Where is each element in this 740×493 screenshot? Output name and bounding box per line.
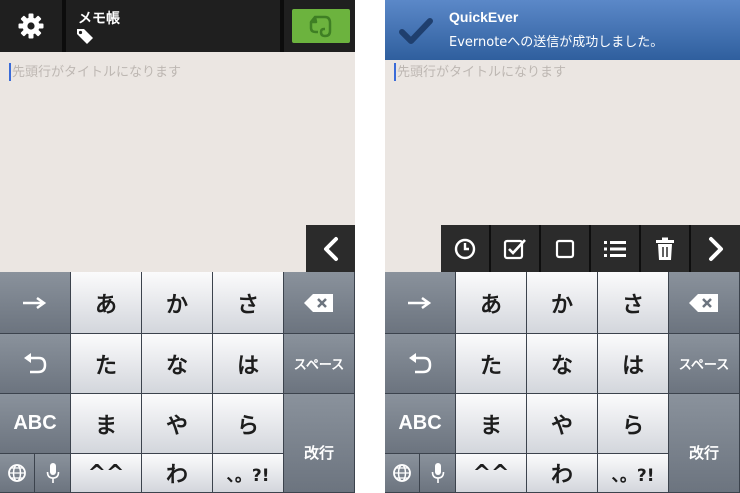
- abc-key[interactable]: ABC: [385, 394, 456, 454]
- note-editor[interactable]: 先頭行がタイトルになります: [385, 60, 740, 225]
- space-key[interactable]: スペース: [284, 334, 355, 394]
- backspace-key[interactable]: [669, 272, 740, 334]
- space-key[interactable]: スペース: [669, 334, 740, 394]
- enter-key[interactable]: 改行: [284, 394, 355, 493]
- evernote-send-button[interactable]: [292, 9, 350, 43]
- key-emoticon[interactable]: ^^: [71, 454, 142, 493]
- key-ka[interactable]: か: [142, 272, 213, 334]
- notebook-title: メモ帳: [78, 11, 120, 27]
- note-toolbar: [441, 225, 740, 272]
- key-punctuation[interactable]: 、。?!: [213, 454, 284, 493]
- microphone-key[interactable]: [35, 454, 71, 493]
- microphone-icon: [46, 463, 59, 483]
- insert-checked-box-button[interactable]: [491, 225, 541, 272]
- chevron-left-icon: [323, 236, 338, 261]
- space-key-label: スペース: [678, 358, 730, 373]
- key-ka[interactable]: か: [527, 272, 598, 334]
- key-wa[interactable]: わ: [527, 454, 598, 493]
- screen-right: QuickEver Evernoteへの送信が成功しました。 先頭行がタイトルに…: [385, 0, 740, 493]
- key-ta[interactable]: た: [456, 334, 527, 394]
- key-ha[interactable]: は: [598, 334, 669, 394]
- abc-key-label: ABC: [13, 412, 57, 434]
- globe-key[interactable]: [0, 454, 35, 493]
- key-punctuation[interactable]: 、。?!: [598, 454, 669, 493]
- key-na[interactable]: な: [527, 334, 598, 394]
- microphone-key[interactable]: [420, 454, 456, 493]
- chevron-right-icon: [708, 236, 723, 261]
- collapse-toolbar-button[interactable]: [691, 225, 740, 272]
- arrow-right-icon: [408, 296, 432, 309]
- enter-key-label: 改行: [688, 444, 719, 462]
- evernote-elephant-icon: [309, 15, 332, 38]
- key-ma[interactable]: ま: [456, 394, 527, 454]
- undo-key[interactable]: [385, 334, 456, 394]
- key-wa[interactable]: わ: [142, 454, 213, 493]
- undo-icon: [409, 352, 432, 373]
- cursor-right-key[interactable]: [385, 272, 456, 334]
- abc-key-label: ABC: [398, 412, 442, 434]
- timestamp-button[interactable]: [441, 225, 491, 272]
- editor-placeholder: 先頭行がタイトルになります: [397, 65, 567, 80]
- key-sa[interactable]: さ: [598, 272, 669, 334]
- enter-key[interactable]: 改行: [669, 394, 740, 493]
- delete-button[interactable]: [641, 225, 691, 272]
- insert-list-button[interactable]: [591, 225, 641, 272]
- globe-icon: [8, 464, 26, 482]
- backspace-icon: [689, 293, 718, 312]
- expand-toolbar-button[interactable]: [306, 225, 355, 272]
- abc-key[interactable]: ABC: [0, 394, 71, 454]
- gear-icon: [18, 13, 44, 39]
- insert-checkbox-button[interactable]: [541, 225, 591, 272]
- screen-left: メモ帳 先頭行がタイトルになります あ か さ た な は スペース ABC ま…: [0, 0, 355, 493]
- checked-box-icon: [503, 238, 526, 259]
- undo-icon: [24, 352, 47, 373]
- notification-message: Evernoteへの送信が成功しました。: [449, 35, 664, 50]
- enter-key-label: 改行: [303, 444, 334, 462]
- notebook-selector[interactable]: メモ帳: [66, 0, 280, 52]
- editor-placeholder: 先頭行がタイトルになります: [12, 65, 182, 80]
- notification-app-name: QuickEver: [449, 9, 519, 25]
- list-icon: [604, 240, 626, 257]
- text-caret: [9, 63, 11, 81]
- globe-icon: [393, 464, 411, 482]
- microphone-icon: [431, 463, 444, 483]
- top-bar: メモ帳: [0, 0, 355, 52]
- key-emoticon[interactable]: ^^: [456, 454, 527, 493]
- tag-icon: [77, 29, 93, 44]
- arrow-right-icon: [23, 296, 47, 309]
- key-ha[interactable]: は: [213, 334, 284, 394]
- space-key-label: スペース: [293, 358, 345, 373]
- clock-icon: [454, 238, 476, 259]
- key-ra[interactable]: ら: [213, 394, 284, 454]
- notification-banner[interactable]: QuickEver Evernoteへの送信が成功しました。: [385, 0, 740, 60]
- key-ya[interactable]: や: [527, 394, 598, 454]
- key-ta[interactable]: た: [71, 334, 142, 394]
- japanese-keyboard: あ か さ た な は スペース ABC ま や ら 改行 ^^ わ 、。?!: [0, 272, 355, 493]
- undo-key[interactable]: [0, 334, 71, 394]
- key-sa[interactable]: さ: [213, 272, 284, 334]
- empty-box-icon: [555, 239, 575, 258]
- note-editor[interactable]: 先頭行がタイトルになります: [0, 52, 355, 225]
- key-na[interactable]: な: [142, 334, 213, 394]
- divider: [280, 0, 284, 52]
- globe-key[interactable]: [385, 454, 420, 493]
- japanese-keyboard: あ か さ た な は スペース ABC ま や ら 改行 ^^ わ 、。?!: [385, 272, 740, 493]
- key-ya[interactable]: や: [142, 394, 213, 454]
- cursor-right-key[interactable]: [0, 272, 71, 334]
- trash-icon: [656, 237, 674, 260]
- text-caret: [394, 63, 396, 81]
- key-a[interactable]: あ: [71, 272, 142, 334]
- key-a[interactable]: あ: [456, 272, 527, 334]
- settings-button[interactable]: [0, 0, 62, 52]
- key-ra[interactable]: ら: [598, 394, 669, 454]
- checkmark-icon: [399, 18, 433, 44]
- backspace-icon: [304, 293, 333, 312]
- key-ma[interactable]: ま: [71, 394, 142, 454]
- backspace-key[interactable]: [284, 272, 355, 334]
